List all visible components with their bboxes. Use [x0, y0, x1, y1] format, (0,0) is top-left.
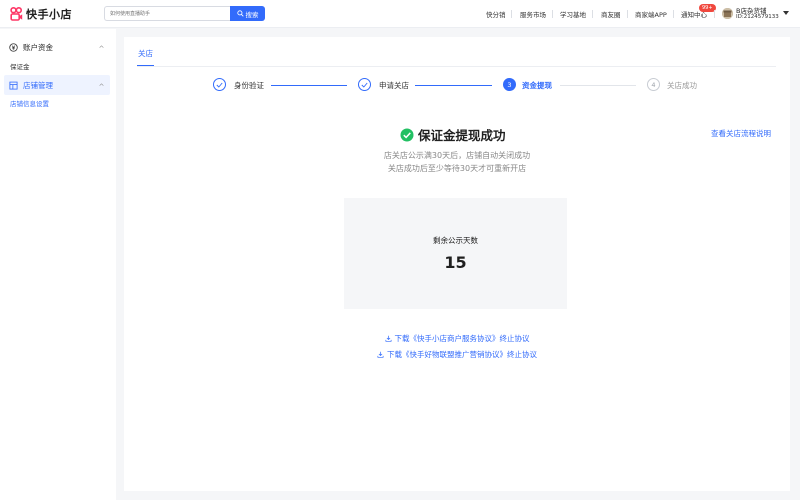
download-service-agreement-link[interactable]: 下载《快手小店商户服务协议》终止协议 [124, 333, 790, 344]
store-avatar-icon [722, 8, 733, 19]
check-circle-icon [400, 128, 414, 141]
chevron-down-icon[interactable] [783, 11, 789, 15]
download-link-label: 下载《快手小店商户服务协议》终止协议 [394, 334, 530, 343]
description-line-2: 关店成功后至少等待30天才可重新开店 [387, 164, 527, 173]
nav-learning-base[interactable]: 学习基地 [560, 9, 586, 19]
search-input[interactable] [104, 6, 230, 21]
remaining-days-value: 15 [444, 253, 467, 272]
sidebar-group-store-management[interactable]: 店铺管理 [4, 75, 110, 95]
store-icon [9, 81, 18, 90]
nav-divider [714, 10, 715, 18]
search-button[interactable]: 搜索 [230, 6, 265, 21]
tab-close-store[interactable]: 关店 [138, 48, 153, 59]
download-link-label: 下载《快手好物联盟推广营销协议》终止协议 [387, 350, 537, 359]
top-bar: 快手小店 搜索 快分销 服务市场 学习基地 商友圈 商家端APP 通知中心 99… [0, 0, 800, 28]
nav-merchant-app[interactable]: 商家端APP [635, 9, 667, 19]
step-3-number: 3 [503, 78, 516, 91]
search-icon [236, 10, 244, 17]
step-2-label: 申请关店 [379, 81, 409, 90]
download-icon [385, 335, 391, 342]
kuaishou-logo-icon [10, 7, 23, 21]
nav-divider [627, 10, 628, 18]
close-process-help-link[interactable]: 查看关店流程说明 [711, 128, 771, 139]
step-1-label: 身份验证 [234, 81, 264, 90]
sidebar-group-label: 账户资金 [23, 42, 53, 52]
store-id: ID:2124579133 [736, 14, 779, 20]
description-line-1: 店关店公示满30天后，店铺自动关闭成功 [383, 151, 531, 160]
success-title: 保证金提现成功 [418, 128, 506, 143]
step-2-check-icon [358, 78, 371, 91]
avatar[interactable] [722, 8, 733, 19]
nav-service-market[interactable]: 服务市场 [520, 9, 546, 19]
tab-divider [137, 66, 776, 67]
search-button-label: 搜索 [245, 10, 259, 19]
brand-name: 快手小店 [26, 8, 72, 21]
step-4-number: 4 [647, 78, 660, 91]
remaining-days-panel: 剩余公示天数 15 [344, 198, 567, 309]
chevron-up-icon [99, 83, 104, 86]
step-3-label: 资金提现 [522, 81, 552, 90]
success-heading: 保证金提现成功 [400, 125, 506, 144]
yuan-coin-icon [9, 42, 18, 52]
step-1-check-icon [213, 78, 226, 91]
step-4-label: 关店成功 [667, 81, 697, 90]
nav-merchant-circle[interactable]: 商友圈 [601, 9, 621, 19]
sidebar-group-account-funds[interactable]: 账户资金 [4, 37, 110, 57]
sidebar-item-deposit[interactable]: 保证金 [10, 61, 30, 71]
remaining-days-label: 剩余公示天数 [433, 236, 478, 245]
sidebar-group-label: 店铺管理 [23, 80, 53, 90]
main-card: 关店 身份验证 申请关店 3 资金提现 4 关店成功 保证金提现成功 查看关店流… [124, 37, 790, 491]
step-connector [560, 85, 636, 86]
download-icon [377, 351, 384, 358]
nav-divider [673, 10, 674, 18]
nav-kuaifenxiao[interactable]: 快分销 [486, 9, 506, 19]
nav-divider [552, 10, 553, 18]
step-connector [271, 85, 347, 86]
chevron-up-icon [99, 45, 104, 48]
tab-active-indicator [137, 65, 154, 66]
nav-divider [511, 10, 512, 18]
sidebar: 账户资金 保证金 店铺管理 店铺信息设置 [0, 29, 116, 500]
sidebar-item-store-settings[interactable]: 店铺信息设置 [10, 98, 49, 108]
brand-logo[interactable]: 快手小店 [10, 6, 72, 22]
nav-divider [592, 10, 593, 18]
step-connector [415, 85, 492, 86]
download-promotion-agreement-link[interactable]: 下载《快手好物联盟推广营销协议》终止协议 [124, 349, 790, 360]
